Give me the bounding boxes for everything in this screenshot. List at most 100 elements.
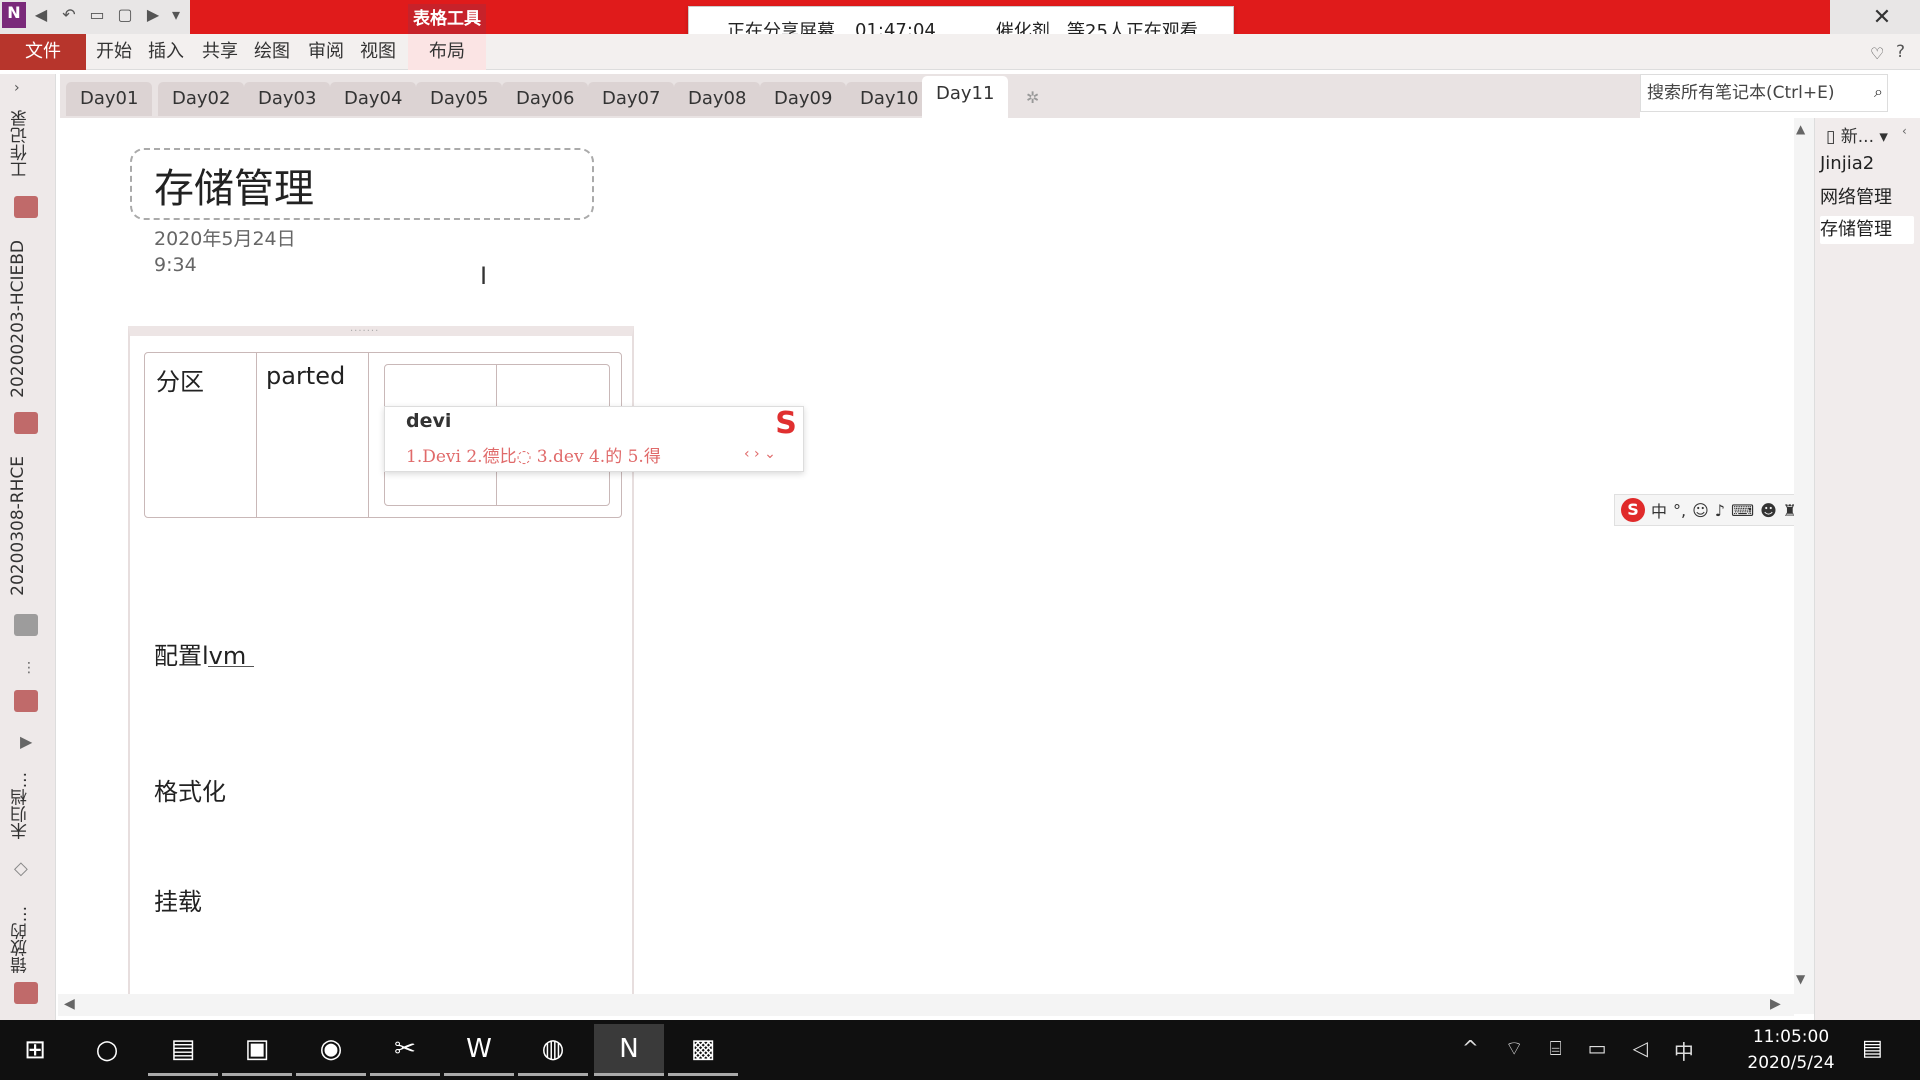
notebook-icon bbox=[14, 982, 38, 1004]
volume-icon[interactable]: ◁ bbox=[1632, 1036, 1647, 1065]
section-tab-day08[interactable]: Day08 bbox=[674, 82, 761, 116]
close-button[interactable]: ✕ bbox=[1870, 6, 1894, 30]
notebook-icon bbox=[14, 690, 38, 712]
ime-paging-icon[interactable]: ‹ › ⌄ bbox=[744, 446, 776, 462]
emoji-icon[interactable]: ☺ bbox=[1692, 501, 1709, 520]
table-divider bbox=[368, 352, 369, 518]
page-icon: ▯ bbox=[1826, 127, 1841, 147]
forward-icon[interactable]: ▶ bbox=[142, 4, 164, 26]
container-grip-icon[interactable]: ······· bbox=[350, 326, 379, 337]
sogou-logo-icon: S bbox=[775, 406, 797, 441]
notebook-item-unfiled[interactable]: 未归档... bbox=[8, 772, 33, 839]
expand-notebooks-icon[interactable]: › bbox=[14, 80, 20, 96]
section-tab-day06[interactable]: Day06 bbox=[502, 82, 589, 116]
clock[interactable]: 11:05:00 2020/5/24 bbox=[1736, 1024, 1846, 1076]
ime-punct-toggle[interactable]: °, bbox=[1673, 501, 1686, 520]
tab-home[interactable]: 开始 bbox=[96, 34, 132, 70]
ribbon-collapse-icon[interactable]: ♡ bbox=[1870, 44, 1884, 63]
search-circle-icon[interactable]: ○ bbox=[72, 1024, 142, 1076]
table-tools-label: 表格工具 bbox=[408, 4, 486, 34]
add-section-icon[interactable]: ✲ bbox=[1026, 88, 1039, 107]
page-item-jinjia2[interactable]: Jinjia2 bbox=[1820, 150, 1914, 178]
battery-icon[interactable]: ▭ bbox=[1588, 1036, 1607, 1065]
search-icon[interactable]: ⌕ bbox=[1874, 82, 1883, 102]
tab-draw[interactable]: 绘图 bbox=[254, 34, 290, 70]
firefox-icon[interactable]: ◍ bbox=[518, 1024, 588, 1076]
tab-review[interactable]: 审阅 bbox=[308, 34, 344, 70]
fullpage-icon[interactable]: ▢ bbox=[114, 4, 136, 26]
undo-icon[interactable]: ↶ bbox=[58, 4, 80, 26]
screen-tool-icon[interactable]: ✂ bbox=[370, 1024, 440, 1076]
qq-icon[interactable]: ◉ bbox=[296, 1024, 366, 1076]
horizontal-scrollbar[interactable] bbox=[58, 994, 1794, 1016]
ime-candidates[interactable]: 1.Devi 2.德比◌ 3.dev 4.的 5.得 bbox=[406, 442, 661, 467]
note-line-format[interactable]: 格式化 bbox=[154, 772, 226, 807]
tab-view[interactable]: 视图 bbox=[360, 34, 396, 70]
spellcheck-underline bbox=[208, 666, 254, 667]
sogou-logo-icon: S bbox=[1621, 498, 1645, 522]
section-tab-day11[interactable]: Day11 bbox=[922, 76, 1009, 118]
table-cell-parted[interactable]: parted bbox=[266, 362, 345, 390]
pages-panel bbox=[1814, 118, 1920, 1022]
section-tab-day10[interactable]: Day10 bbox=[846, 82, 933, 116]
remote-app-icon[interactable]: ▣ bbox=[222, 1024, 292, 1076]
windows-start-icon[interactable]: ⊞ bbox=[0, 1024, 70, 1076]
notebook-icon bbox=[14, 196, 38, 218]
help-icon[interactable]: ? bbox=[1896, 42, 1905, 62]
section-tab-day03[interactable]: Day03 bbox=[244, 82, 331, 116]
recorder-icon[interactable]: ▩ bbox=[668, 1024, 738, 1076]
new-page-label: 新... bbox=[1840, 127, 1874, 147]
section-tab-day07[interactable]: Day07 bbox=[588, 82, 675, 116]
tray-expand-icon[interactable]: ^ bbox=[1462, 1036, 1479, 1065]
section-tab-day02[interactable]: Day02 bbox=[158, 82, 245, 116]
tab-layout[interactable]: 布局 bbox=[408, 34, 486, 70]
section-tab-day09[interactable]: Day09 bbox=[760, 82, 847, 116]
back-icon[interactable]: ◀ bbox=[30, 4, 52, 26]
mic-icon[interactable]: ♪ bbox=[1715, 501, 1725, 520]
onenote-taskbar-icon[interactable]: N bbox=[594, 1024, 664, 1076]
search-input[interactable]: 搜索所有笔记本(Ctrl+E) bbox=[1640, 74, 1888, 112]
section-tab-day04[interactable]: Day04 bbox=[330, 82, 417, 116]
notebook-item-work[interactable]: 工作记录 bbox=[8, 110, 33, 178]
scroll-down-icon[interactable]: ▼ bbox=[1796, 972, 1805, 986]
new-page-button[interactable]: ▯ 新... ▾ bbox=[1826, 122, 1888, 147]
page-date: 2020年5月24日 bbox=[154, 228, 296, 250]
ime-composition-text: devi bbox=[406, 410, 452, 432]
table-cell-partition[interactable]: 分区 bbox=[156, 362, 204, 397]
keyboard-icon[interactable]: ⌨ bbox=[1731, 501, 1754, 520]
section-tab-day05[interactable]: Day05 bbox=[416, 82, 503, 116]
word-icon[interactable]: W bbox=[444, 1024, 514, 1076]
scroll-up-icon[interactable]: ▲ bbox=[1796, 122, 1805, 136]
wifi-icon[interactable]: ⌔ bbox=[1505, 1036, 1524, 1065]
ime-mode-toggle[interactable]: 中 bbox=[1651, 498, 1667, 522]
scroll-right-icon[interactable]: ▶ bbox=[1770, 996, 1781, 1012]
file-explorer-icon[interactable]: ▤ bbox=[148, 1024, 218, 1076]
page-item-storage[interactable]: 存储管理 bbox=[1820, 216, 1914, 244]
page-title[interactable]: 存储管理 bbox=[154, 156, 314, 214]
section-tab-day01[interactable]: Day01 bbox=[66, 82, 153, 116]
tab-insert[interactable]: 插入 bbox=[148, 34, 184, 70]
play-icon[interactable]: ▶ bbox=[20, 732, 32, 751]
more-icon[interactable]: ⋮ bbox=[22, 660, 36, 676]
notebook-icon bbox=[14, 412, 38, 434]
table-divider bbox=[256, 352, 257, 518]
notebook-icon bbox=[14, 614, 38, 636]
scroll-left-icon[interactable]: ◀ bbox=[64, 996, 75, 1012]
tab-share[interactable]: 共享 bbox=[202, 34, 238, 70]
vertical-scrollbar[interactable] bbox=[1794, 118, 1814, 1014]
notebook-item-misplaced[interactable]: 错放的... bbox=[8, 906, 33, 973]
notification-icon[interactable]: ▤ bbox=[1862, 1036, 1883, 1061]
device-icon[interactable]: ⌸ bbox=[1550, 1036, 1562, 1065]
text-cursor-icon: I bbox=[480, 262, 488, 290]
user-icon[interactable]: ☻ bbox=[1760, 501, 1777, 520]
note-line-mount[interactable]: 挂载 bbox=[154, 882, 202, 917]
file-tab[interactable]: 文件 bbox=[0, 34, 86, 70]
customize-icon[interactable]: ▾ bbox=[168, 4, 184, 26]
unfiled-icon: ◇ bbox=[14, 858, 28, 879]
collapse-panel-icon[interactable]: ‹ bbox=[1902, 124, 1907, 138]
ime-indicator[interactable]: 中 bbox=[1674, 1036, 1694, 1065]
dock-icon[interactable]: ▭ bbox=[86, 4, 108, 26]
notebook-item-rhce[interactable]: 20200308-RHCE bbox=[8, 456, 28, 596]
notebook-item-hciebd[interactable]: 20200203-HCIEBD bbox=[8, 240, 28, 398]
page-item-network[interactable]: 网络管理 bbox=[1820, 184, 1914, 212]
